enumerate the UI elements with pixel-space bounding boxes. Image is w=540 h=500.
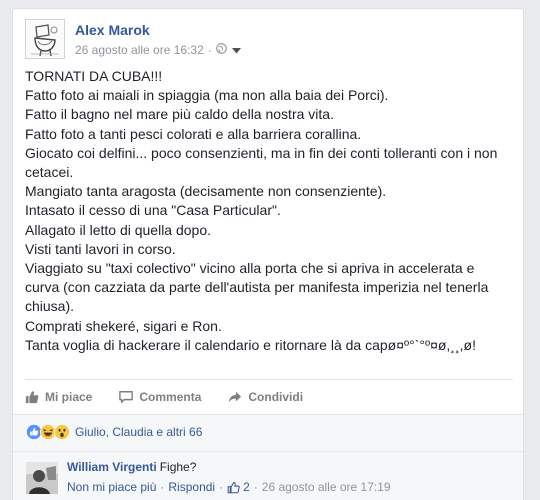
post-line: Viaggiato su "taxi colectivo" vicino all… (25, 260, 475, 277)
post-actions: Mi piace Commenta Condividi (25, 381, 513, 413)
post-author[interactable]: Alex Marok (75, 22, 150, 38)
comment-timestamp[interactable]: 26 agosto alle ore 17:19 (262, 480, 391, 494)
post-body: TORNATI DA CUBA!!! Fatto foto ai maiali … (25, 67, 513, 355)
chevron-down-icon[interactable] (231, 43, 241, 57)
person-photo-icon (26, 462, 58, 494)
toilet-drawing-icon (26, 20, 64, 58)
thumbs-up-outline-icon (227, 481, 240, 493)
comment-button[interactable]: Commenta (119, 390, 201, 404)
comment-separator: · (219, 480, 224, 494)
comment-actions: Non mi piace più · Rispondi · 2 · 26 ago… (67, 480, 391, 494)
wow-reaction-icon (54, 424, 70, 440)
comment-unlike-link[interactable]: Non mi piace più (67, 480, 156, 494)
post-line: chiusa). (25, 298, 75, 315)
comment-label: Commenta (139, 390, 202, 404)
commenter-avatar[interactable] (26, 462, 58, 494)
actions-divider (25, 379, 513, 380)
post-header: Alex Marok 26 agosto alle ore 16:32 · (25, 19, 505, 63)
comment-separator: · (160, 480, 165, 494)
post-timestamp[interactable]: 26 agosto alle ore 16:32 (75, 43, 204, 57)
comment-author[interactable]: William Virgenti (67, 460, 157, 474)
post-line: TORNATI DA CUBA!!! (25, 68, 163, 84)
author-avatar[interactable] (25, 19, 65, 59)
comment-like-count[interactable]: 2 (227, 480, 250, 494)
reactions-count[interactable]: Giulio, Claudia e altri 66 (75, 425, 202, 439)
post-line: Mangiato tanta aragosta (decisamente non… (25, 183, 387, 200)
globe-icon[interactable] (215, 43, 227, 57)
post-line: cetacei. (25, 164, 74, 181)
post-line: curva (con cazziata da parte dell'autist… (25, 279, 489, 296)
comment-text: Fighe? (159, 460, 197, 474)
post-line: Tanta voglia di hackerare il calendario … (25, 336, 476, 353)
post-line: Fatto il bagno nel mare più caldo della … (25, 106, 334, 123)
like-label: Mi piace (45, 390, 93, 404)
comment-like-number: 2 (243, 480, 250, 494)
post-line: Allagato il letto di quella dopo. (25, 221, 212, 238)
share-button[interactable]: Condividi (228, 390, 303, 404)
post-line: Fatto foto a tanti pesci colorati e alla… (25, 125, 362, 142)
comment-reply-link[interactable]: Rispondi (168, 480, 215, 494)
post-line: Visti tanti lavori in corso. (25, 240, 176, 257)
post-meta: 26 agosto alle ore 16:32 · (75, 43, 241, 57)
reactions-bar: Giulio, Claudia e altri 66 (13, 414, 523, 452)
comment-line: William Virgenti Fighe? (67, 460, 196, 474)
comment-separator: · (253, 480, 258, 494)
share-label: Condividi (248, 390, 304, 404)
thumbs-up-icon (25, 391, 39, 404)
comments-section: William Virgenti Fighe? Non mi piace più … (13, 452, 523, 500)
post-line: Comprati shekeré, sigari e Ron. (25, 317, 222, 334)
reactions-summary[interactable]: Giulio, Claudia e altri 66 (26, 424, 202, 440)
share-icon (229, 391, 242, 403)
post-line: Giocato coi delfini... poco consenzienti… (25, 144, 498, 161)
like-button[interactable]: Mi piace (25, 390, 92, 404)
comment-icon (119, 391, 134, 403)
meta-separator: · (207, 43, 212, 57)
post-card: Alex Marok 26 agosto alle ore 16:32 · TO… (12, 8, 524, 500)
post-line: Fatto foto ai maiali in spiaggia (ma non… (25, 87, 389, 104)
post-line: Intasato il cesso di una "Casa Particula… (25, 202, 281, 219)
